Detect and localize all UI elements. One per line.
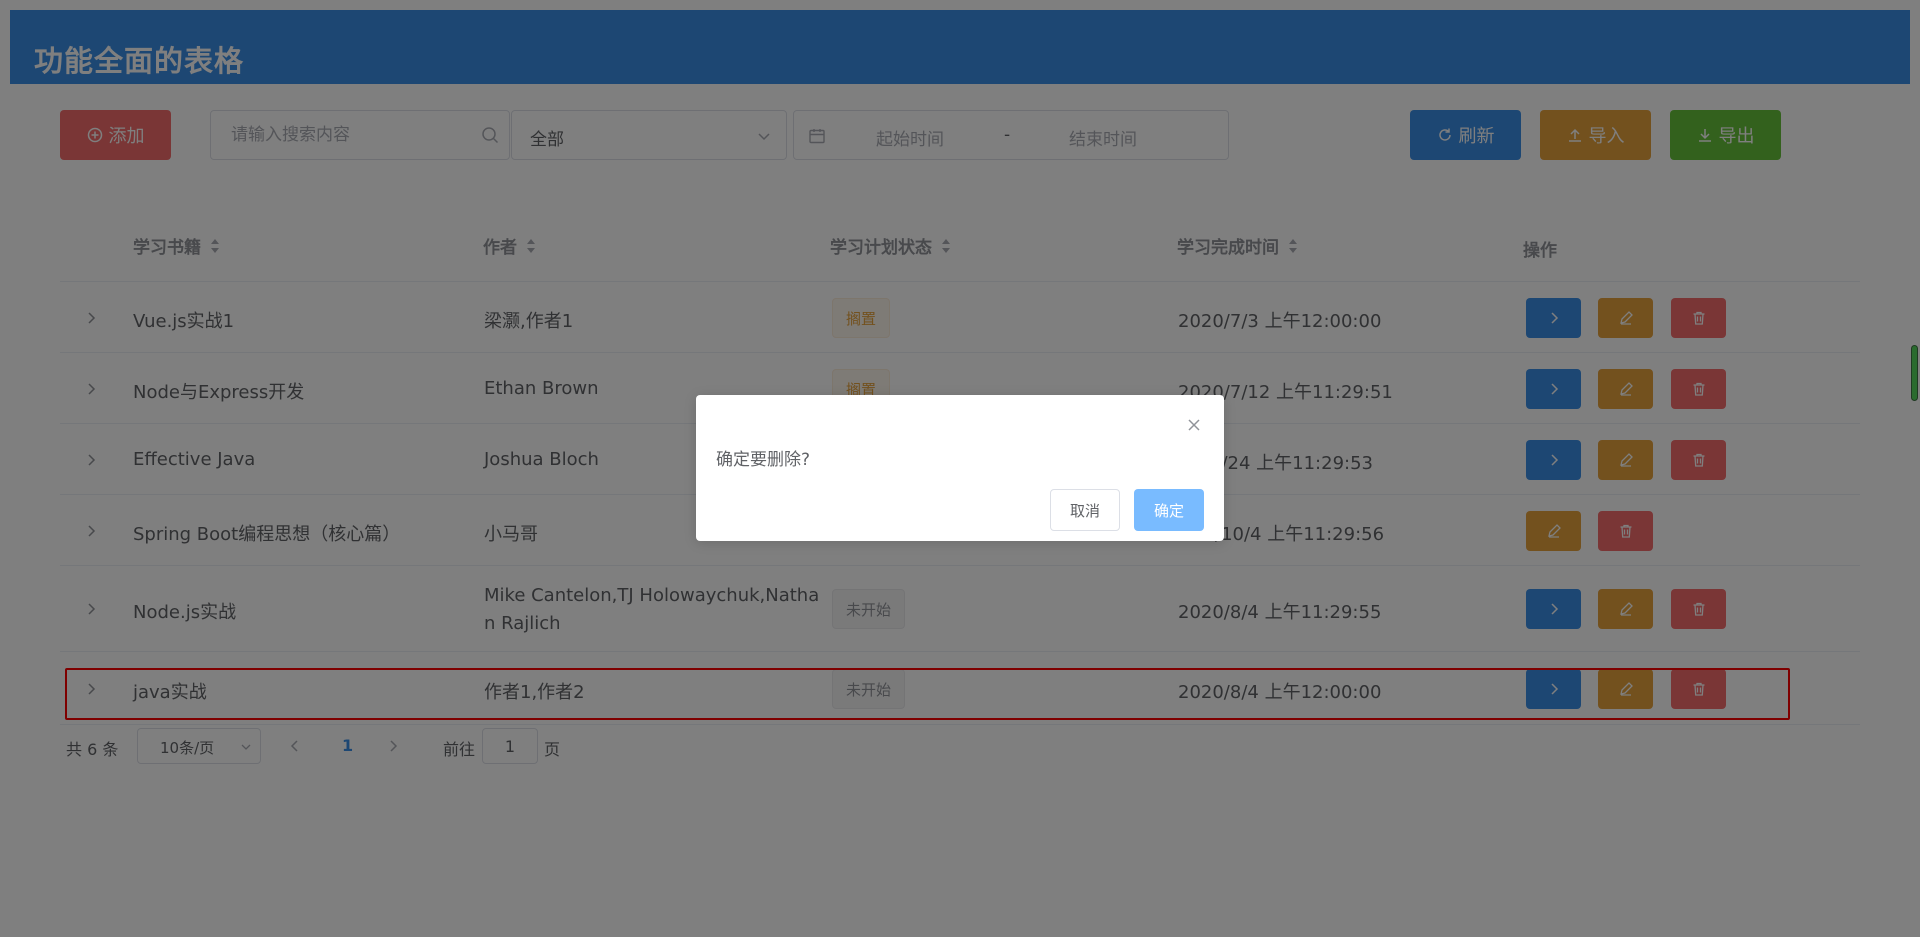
page: 功能全面的表格 添加 全部 起始时间 - 结束时间 刷新 导入 导出 学习书籍 (0, 0, 1920, 937)
close-icon[interactable] (1186, 417, 1202, 433)
dialog-message: 确定要删除? (716, 450, 811, 470)
cancel-button[interactable]: 取消 (1050, 489, 1120, 531)
scrollbar-thumb[interactable] (1911, 345, 1918, 401)
confirm-button[interactable]: 确定 (1134, 489, 1204, 531)
confirm-delete-dialog: 确定要删除? 取消 确定 (696, 395, 1224, 541)
